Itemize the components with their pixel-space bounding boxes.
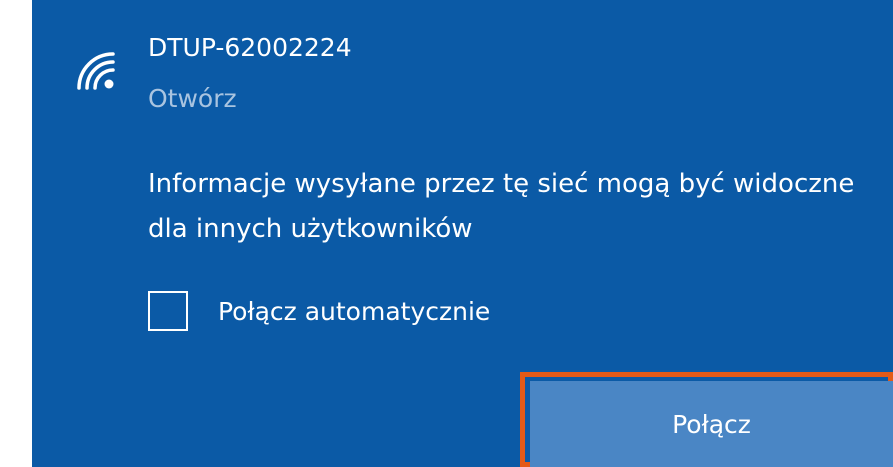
connect-button[interactable]: Połącz: [530, 381, 893, 467]
connect-automatically-option[interactable]: Połącz automatycznie: [148, 286, 490, 336]
network-name: DTUP-62002224: [148, 33, 352, 62]
network-security-status: Otwórz: [148, 84, 237, 113]
connect-automatically-label: Połącz automatycznie: [218, 296, 491, 326]
security-warning-text: Informacje wysyłane przez tę sieć mogą b…: [148, 169, 855, 244]
screen: DTUP-62002224 Otwórz Informacje wysyłane…: [0, 0, 893, 467]
connect-automatically-checkbox[interactable]: [148, 291, 188, 331]
connect-button-label: Połącz: [672, 409, 751, 439]
wifi-signal-icon: [77, 52, 115, 90]
